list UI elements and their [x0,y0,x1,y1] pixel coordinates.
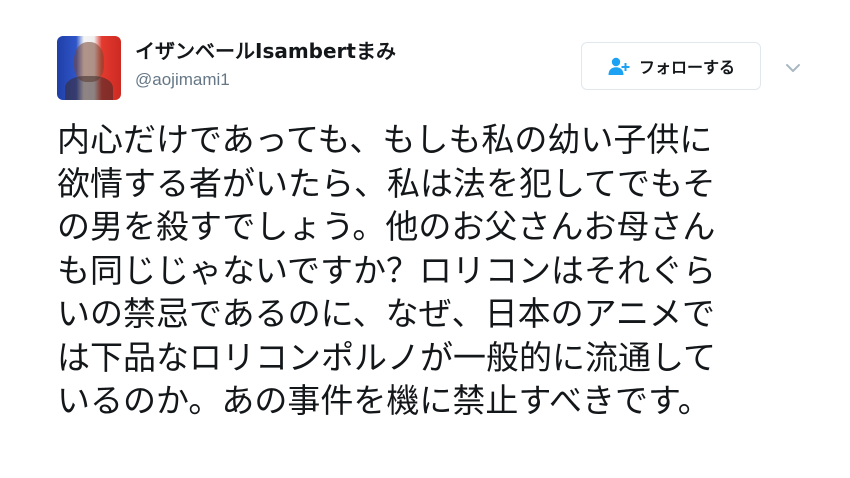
tweet-text-line: いるのか。あの事件を機に禁止すべきです。 [57,381,711,420]
tweet-text-line: いの禁忌であるのに、なぜ、日本のアニメで [57,294,716,333]
tweet-card: イザンベールIsambertまみ @aojimami1 フォローする 内心だけで… [0,0,850,478]
avatar-body [65,76,113,100]
tweet-text-line: 欲情する者がいたら、私は法を犯してでもそ [57,163,716,203]
avatar[interactable] [57,36,121,100]
tweet-text: 内心だけであっても、もしも私の幼い子供に 欲情する者がいたら、私は法を犯してでも… [57,118,797,423]
tweet-text-line: も同じじゃないですか？ロリコンはそれぐら [57,250,717,290]
username-handle[interactable]: @aojimami1 [135,68,230,92]
follow-button[interactable]: フォローする [581,42,761,90]
follow-button-label: フォローする [638,58,735,77]
display-name[interactable]: イザンベールIsambertまみ [135,37,396,65]
chevron-down-icon[interactable] [783,60,803,74]
tweet-text-line: は下品なロリコンポルノが一般的に流通して [57,337,717,377]
add-user-icon [607,56,631,76]
tweet-text-line: の男を殺すでしょう。他のお父さんお母さん [57,207,716,246]
tweet-text-line: 内心だけであっても、もしも私の幼い子供に [57,120,713,159]
